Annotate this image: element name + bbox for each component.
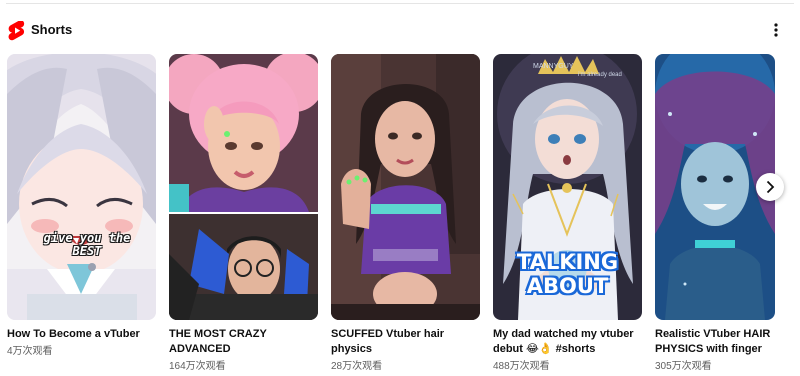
more-actions-button[interactable] [764, 18, 788, 42]
short-view-count: 305万次观看 [655, 361, 712, 372]
short-card[interactable]: Realistic VTuber HAIR PHYSICS with finge… [655, 54, 775, 373]
short-thumbnail-image [331, 54, 480, 320]
short-view-count: 488万次观看 [493, 361, 550, 372]
short-view-count: 4万次观看 [7, 346, 53, 357]
short-thumbnail[interactable] [169, 54, 318, 320]
short-thumbnail[interactable]: give you the BEST [7, 54, 156, 320]
short-thumbnail-image [7, 54, 156, 320]
short-thumbnail[interactable]: MANNYGUY i'm already dead TALKING ABOUT [493, 54, 642, 320]
short-title[interactable]: My dad watched my vtuber debut 😂👌 #short… [493, 327, 639, 357]
short-thumbnail-image [169, 54, 318, 320]
svg-text:i'm already dead: i'm already dead [578, 72, 622, 78]
thumbnail-overlay-text: give you the BEST [43, 231, 131, 258]
shorts-shelf: Shorts give you the BEST How To Become a… [0, 0, 800, 376]
short-title[interactable]: THE MOST CRAZY ADVANCED AVATAR/VTUBER [169, 327, 315, 357]
short-title[interactable]: How To Become a vTuber [7, 327, 153, 342]
short-card[interactable]: give you the BEST How To Become a vTuber… [7, 54, 156, 358]
short-card[interactable]: SCUFFED Vtuber hair physics tests with t… [331, 54, 480, 373]
short-view-count: 28万次观看 [331, 361, 383, 372]
short-card[interactable]: THE MOST CRAZY ADVANCED AVATAR/VTUBER 16… [169, 54, 318, 373]
short-title[interactable]: Realistic VTuber HAIR PHYSICS with finge… [655, 327, 773, 357]
shelf-title: Shorts [31, 22, 73, 37]
shelf-header: Shorts [0, 16, 800, 44]
short-thumbnail[interactable] [331, 54, 480, 320]
thumbnail-overlay-text: TALKING ABOUT [493, 250, 642, 298]
short-view-count: 164万次观看 [169, 361, 226, 372]
short-card[interactable]: MANNYGUY i'm already dead TALKING ABOUT … [493, 54, 642, 373]
svg-text:MANNYGUY: MANNYGUY [533, 63, 574, 70]
shorts-logo-icon [8, 21, 25, 41]
overlay-line-2: ABOUT [526, 274, 609, 298]
vertical-ellipsis-icon [774, 23, 778, 37]
short-title[interactable]: SCUFFED Vtuber hair physics tests with t… [331, 327, 477, 357]
next-shelf-button[interactable] [756, 173, 784, 201]
chevron-right-icon [766, 180, 775, 194]
overlay-line-1: TALKING [516, 250, 619, 274]
